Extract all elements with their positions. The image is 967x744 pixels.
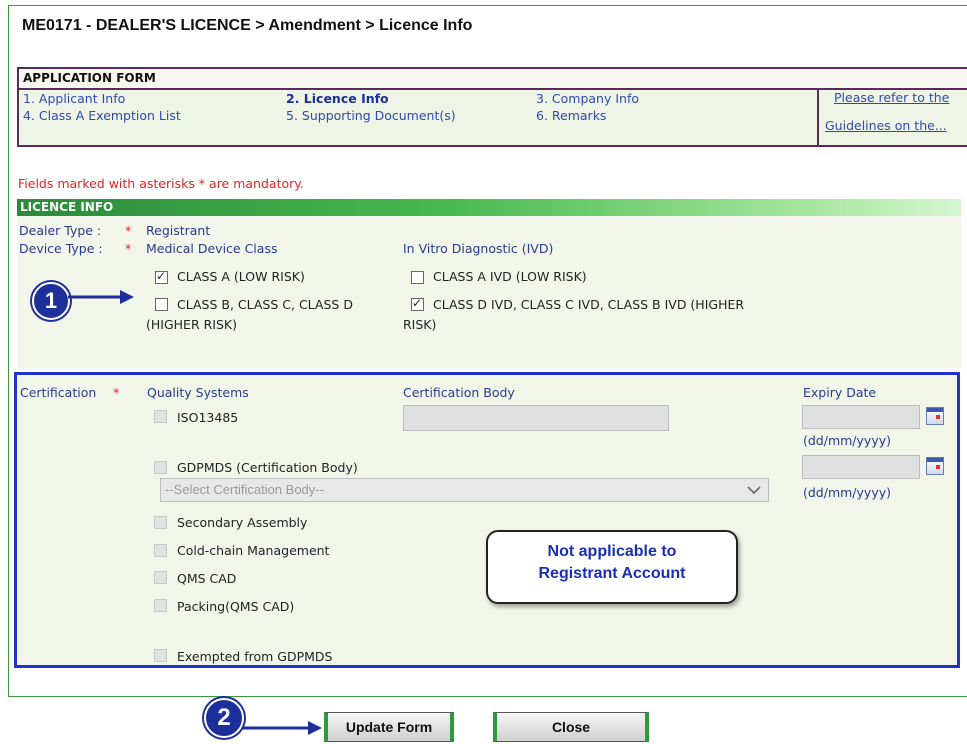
class-a-ivd-label: CLASS A IVD (LOW RISK) — [433, 269, 587, 284]
class-dcb-ivd-label-line2: RISK) — [403, 317, 437, 332]
dealer-type-value: Registrant — [146, 223, 211, 238]
guidelines-divider — [817, 88, 819, 145]
guidelines-link[interactable]: Please refer to the — [834, 90, 949, 105]
dealer-type-label: Dealer Type : — [19, 223, 102, 238]
dealer-type-required: * — [125, 223, 132, 238]
packing-label: Packing(QMS CAD) — [177, 599, 295, 614]
gdpmds-expiry-input[interactable] — [802, 455, 920, 479]
calendar-icon[interactable] — [926, 407, 944, 425]
application-form-title: APPLICATION FORM — [23, 71, 156, 85]
class-dcb-ivd-label: CLASS D IVD, CLASS C IVD, CLASS B IVD (H… — [433, 297, 745, 312]
step-licence-info[interactable]: 2. Licence Info — [286, 91, 389, 106]
annotation-marker-2: 2 — [204, 698, 244, 738]
iso13485-label: ISO13485 — [177, 410, 239, 425]
callout-line-2: Registrant Account — [538, 565, 686, 582]
step-supporting-documents[interactable]: 5. Supporting Document(s) — [286, 108, 456, 123]
step-remarks[interactable]: 6. Remarks — [536, 108, 606, 123]
gdpmds-label: GDPMDS (Certification Body) — [177, 460, 358, 475]
secondary-assembly-checkbox[interactable] — [154, 516, 167, 529]
callout-line-1: Not applicable to — [547, 543, 677, 560]
device-type-required: * — [125, 241, 132, 256]
step-class-a-exemption[interactable]: 4. Class A Exemption List — [23, 108, 181, 123]
page-title: ME0171 - DEALER'S LICENCE > Amendment > … — [22, 17, 473, 34]
annotation-marker-1: 1 — [32, 282, 70, 320]
certification-body-select-value: --Select Certification Body-- — [165, 482, 324, 497]
cold-chain-label: Cold-chain Management — [177, 543, 330, 558]
certification-label: Certification — [20, 385, 97, 400]
qms-cad-label: QMS CAD — [177, 571, 237, 586]
packing-checkbox[interactable] — [154, 599, 167, 612]
application-form-panel: APPLICATION FORM 1. Applicant Info 2. Li… — [17, 67, 967, 147]
licence-info-title: LICENCE INFO — [20, 200, 114, 214]
quality-systems-header: Quality Systems — [147, 385, 249, 400]
certification-body-select[interactable]: --Select Certification Body-- — [160, 478, 769, 502]
class-a-checkbox[interactable] — [155, 269, 168, 284]
close-button[interactable]: Close — [493, 712, 649, 742]
mandatory-note: Fields marked with asterisks * are manda… — [18, 176, 304, 191]
class-bcd-label-line2: (HIGHER RISK) — [146, 317, 237, 332]
qms-cad-checkbox[interactable] — [154, 571, 167, 584]
device-type-label: Device Type : — [19, 241, 103, 256]
step-company-info[interactable]: 3. Company Info — [536, 91, 639, 106]
ivd-label: In Vitro Diagnostic (IVD) — [403, 241, 554, 256]
class-bcd-label: CLASS B, CLASS C, CLASS D — [177, 297, 353, 312]
update-form-button[interactable]: Update Form — [324, 712, 454, 742]
class-a-ivd-checkbox[interactable] — [411, 271, 424, 284]
certification-body-header: Certification Body — [403, 385, 515, 400]
class-a-label: CLASS A (LOW RISK) — [177, 269, 305, 284]
iso13485-cert-body-input[interactable] — [403, 405, 669, 431]
expiry-date-header: Expiry Date — [803, 385, 877, 400]
class-bcd-checkbox[interactable] — [155, 298, 168, 311]
iso13485-checkbox[interactable] — [154, 410, 167, 423]
licence-info-header: LICENCE INFO — [17, 199, 961, 216]
annotation-arrow-1-icon — [68, 290, 134, 304]
step-applicant-info[interactable]: 1. Applicant Info — [23, 91, 125, 106]
not-applicable-callout: Not applicable to Registrant Account — [486, 530, 738, 604]
class-dcb-ivd-checkbox[interactable] — [411, 296, 424, 311]
exempted-label: Exempted from GDPMDS — [177, 649, 333, 664]
guidelines-link-continued[interactable]: Guidelines on the... — [825, 118, 947, 133]
iso13485-expiry-input[interactable] — [802, 405, 920, 429]
date-format-hint: (dd/mm/yyyy) — [803, 433, 891, 448]
cold-chain-checkbox[interactable] — [154, 544, 167, 557]
exempted-checkbox[interactable] — [154, 649, 167, 662]
application-form-header: APPLICATION FORM — [19, 69, 967, 90]
medical-device-class-label: Medical Device Class — [146, 241, 278, 256]
calendar-icon[interactable] — [926, 457, 944, 475]
annotation-arrow-2-icon — [242, 721, 322, 735]
date-format-hint: (dd/mm/yyyy) — [803, 485, 891, 500]
gdpmds-checkbox[interactable] — [154, 461, 167, 474]
certification-required: * — [113, 385, 120, 400]
licence-info-section — [17, 216, 961, 368]
chevron-down-icon — [747, 486, 761, 495]
secondary-assembly-label: Secondary Assembly — [177, 515, 308, 530]
